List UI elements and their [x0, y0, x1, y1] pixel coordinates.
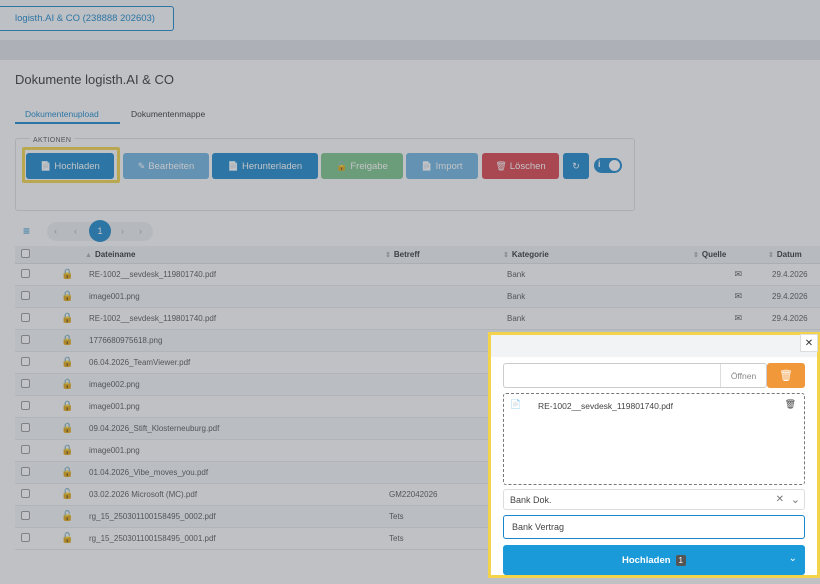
- category-select-value: Bank Dok.: [510, 495, 552, 505]
- modal-header: ✕: [491, 334, 818, 357]
- remove-file-icon[interactable]: 🗑: [785, 399, 796, 410]
- open-file-button[interactable]: Öffnen: [720, 364, 766, 387]
- trash-icon: 🗑: [779, 370, 793, 382]
- clear-selection-icon[interactable]: ✕: [776, 494, 784, 505]
- upload-count-badge: 1: [675, 554, 686, 566]
- dropzone-file-name: RE-1002__sevdesk_119801740.pdf: [538, 401, 674, 411]
- category-select[interactable]: Bank Dok. ✕ ⌄: [503, 489, 805, 510]
- modal-upload-button[interactable]: Hochladen 1 ⌄: [503, 545, 805, 575]
- subject-input[interactable]: [503, 515, 805, 539]
- file-path-input[interactable]: Öffnen: [503, 363, 767, 388]
- chevron-down-icon[interactable]: ⌄: [791, 493, 800, 506]
- clear-file-button[interactable]: 🗑: [767, 363, 805, 388]
- chevron-down-icon[interactable]: ⌄: [789, 553, 797, 564]
- modal-upload-label: Hochladen: [621, 554, 671, 566]
- file-icon: 📄: [510, 399, 522, 409]
- close-icon[interactable]: ✕: [800, 334, 818, 352]
- file-dropzone[interactable]: 📄 RE-1002__sevdesk_119801740.pdf 🗑: [503, 393, 805, 485]
- upload-modal: ✕ Öffnen 🗑 📄 RE-1002__sevdesk_119801740.…: [488, 332, 820, 578]
